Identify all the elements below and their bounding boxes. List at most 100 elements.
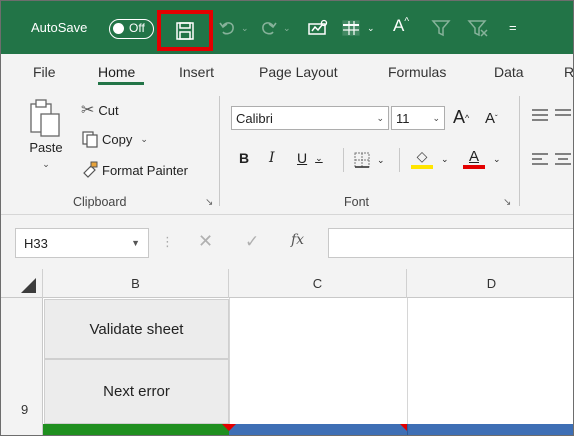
format-as-table-button[interactable]: ⌄ xyxy=(341,18,375,38)
undo-button[interactable]: ⌄ xyxy=(217,18,249,38)
format-as-table-icon xyxy=(342,20,360,36)
increase-font-size-button[interactable]: A^ xyxy=(393,16,409,36)
next-error-button[interactable]: Next error xyxy=(44,359,229,424)
align-left-icon xyxy=(532,153,548,165)
autosave-state: Off xyxy=(129,21,145,35)
toggle-knob xyxy=(113,23,124,34)
insert-function-icon[interactable]: fx xyxy=(291,232,304,248)
filter-button[interactable] xyxy=(431,18,451,38)
comment-indicator-icon xyxy=(229,424,236,431)
font-group-label: Font xyxy=(344,195,370,209)
shrink-font-button[interactable]: Aˇ xyxy=(485,110,498,127)
save-button[interactable] xyxy=(157,10,213,51)
tab-file[interactable]: File xyxy=(33,64,56,80)
font-launcher-icon[interactable]: ↘ xyxy=(503,197,511,208)
excel-window: AutoSave Off ⌄ ⌄ ⌄ A^ = File Home Insert… xyxy=(0,0,574,436)
paste-icon xyxy=(30,99,60,137)
paste-label: Paste xyxy=(29,140,63,155)
tab-formulas[interactable]: Formulas xyxy=(388,64,446,80)
font-color-button[interactable]: A xyxy=(463,148,485,169)
align-lines-icon xyxy=(555,109,571,116)
font-color-dropdown-icon[interactable]: ⌄ xyxy=(493,154,501,165)
cut-button[interactable]: ✂ Cut xyxy=(81,100,119,120)
italic-button[interactable]: I xyxy=(269,150,275,166)
chevron-down-icon: ▼ xyxy=(131,238,140,248)
separator xyxy=(343,148,344,172)
align-top-button[interactable] xyxy=(531,108,549,122)
bold-button[interactable]: B xyxy=(239,150,249,166)
filter-icon xyxy=(431,20,451,37)
name-box[interactable]: H33 ▼ xyxy=(15,228,149,258)
number-format-button[interactable] xyxy=(307,18,329,38)
paste-dropdown-icon: ⌄ xyxy=(42,159,50,169)
chevron-down-icon: ⌄ xyxy=(432,112,440,123)
ribbon-home: Paste ⌄ ✂ Cut Copy ⌄ Format Painter Clip… xyxy=(1,92,573,215)
column-header-c[interactable]: C xyxy=(229,269,407,298)
green-cell[interactable] xyxy=(43,424,229,435)
underline-button[interactable]: U ⌄ xyxy=(297,150,323,166)
formula-input[interactable] xyxy=(328,228,573,258)
number-format-icon xyxy=(308,19,328,35)
copy-label: Copy xyxy=(102,131,133,147)
format-painter-icon xyxy=(83,161,98,178)
name-box-value: H33 xyxy=(24,235,48,251)
autosave-label: AutoSave xyxy=(31,20,88,35)
validate-sheet-label: Validate sheet xyxy=(89,320,184,338)
borders-button[interactable]: ⌄ xyxy=(353,151,385,169)
clipboard-group-label: Clipboard xyxy=(73,195,127,209)
chevron-down-icon: ⌄ xyxy=(376,112,384,123)
formula-bar-resize-handle[interactable]: ⋮ xyxy=(161,234,174,250)
font-size-value: 11 xyxy=(396,110,410,126)
save-icon xyxy=(176,21,194,40)
tab-data[interactable]: Data xyxy=(494,64,524,80)
copy-icon xyxy=(82,131,98,148)
paste-button[interactable]: Paste ⌄ xyxy=(27,98,65,170)
tab-review[interactable]: R xyxy=(564,64,573,80)
copy-button[interactable]: Copy ⌄ xyxy=(81,130,148,148)
redo-button[interactable]: ⌄ xyxy=(259,18,291,38)
fill-color-button[interactable]: ◇ xyxy=(411,148,433,169)
customize-quick-access-icon: = xyxy=(509,20,517,35)
cancel-icon[interactable]: ✕ xyxy=(198,231,213,252)
redo-icon xyxy=(262,22,277,35)
next-error-label: Next error xyxy=(103,383,170,400)
copy-dropdown-icon: ⌄ xyxy=(140,133,148,144)
tab-insert[interactable]: Insert xyxy=(179,64,214,80)
font-color-icon: A xyxy=(468,148,479,165)
align-center-button[interactable] xyxy=(554,152,572,166)
undo-icon xyxy=(219,22,234,35)
group-separator xyxy=(219,96,220,206)
borders-icon xyxy=(354,152,370,168)
comment-indicator-icon xyxy=(400,424,407,431)
autosave-toggle[interactable]: Off xyxy=(109,19,154,39)
grow-font-icon: A xyxy=(453,107,466,127)
title-bar: AutoSave Off ⌄ ⌄ ⌄ A^ = xyxy=(1,1,573,54)
grow-font-button[interactable]: A ^ xyxy=(453,107,469,128)
align-left-button[interactable] xyxy=(531,152,549,166)
clipboard-launcher-icon[interactable]: ↘ xyxy=(205,197,213,208)
column-header-d[interactable]: D xyxy=(407,269,573,298)
scissors-icon: ✂ xyxy=(81,102,95,119)
row-header-9[interactable]: 9 xyxy=(21,402,28,417)
clear-filter-icon xyxy=(467,20,488,37)
font-size-select[interactable]: 11 ⌄ xyxy=(391,106,445,130)
clear-filter-button[interactable] xyxy=(467,18,489,38)
column-header-b[interactable]: B xyxy=(43,269,229,298)
active-tab-indicator xyxy=(98,82,144,85)
align-middle-button[interactable] xyxy=(554,108,572,122)
format-painter-button[interactable]: Format Painter xyxy=(81,161,188,179)
customize-quick-access-button[interactable]: = xyxy=(509,20,517,35)
fill-color-dropdown-icon[interactable]: ⌄ xyxy=(441,154,449,165)
validate-sheet-button[interactable]: Validate sheet xyxy=(44,299,229,359)
comment-indicator-icon xyxy=(222,424,229,431)
font-family-select[interactable]: Calibri ⌄ xyxy=(231,106,389,130)
enter-icon[interactable]: ✓ xyxy=(245,232,259,252)
ribbon-tabs: File Home Insert Page Layout Formulas Da… xyxy=(1,54,573,92)
tab-page-layout[interactable]: Page Layout xyxy=(259,64,338,80)
underline-icon: U xyxy=(297,150,308,166)
chevron-down-icon: ⌄ xyxy=(315,152,323,163)
fill-color-swatch xyxy=(411,165,433,169)
align-lines-icon xyxy=(532,109,548,121)
tab-home[interactable]: Home xyxy=(98,64,135,80)
gridline xyxy=(229,298,230,424)
